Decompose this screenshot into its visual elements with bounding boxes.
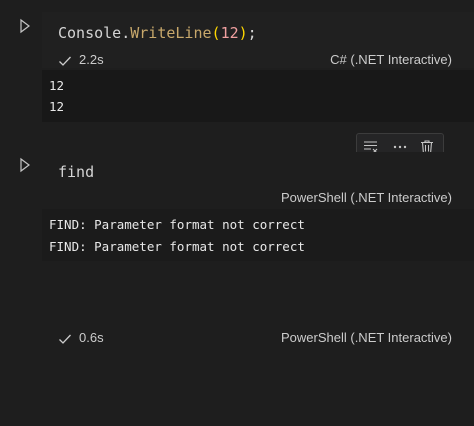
execution-time: 2.2s <box>79 52 104 67</box>
code-token-number: 12 <box>220 24 239 42</box>
kernel-language-label[interactable]: C# (.NET Interactive) <box>330 52 452 67</box>
cell-status-row: 2.2s C# (.NET Interactive) <box>58 52 452 70</box>
code-token-method: WriteLine <box>130 24 212 42</box>
code-token-dot: . <box>121 24 131 42</box>
code-token-semicolon: ; <box>247 24 257 42</box>
code-line: find <box>58 163 95 181</box>
output-line: 12 <box>49 99 65 114</box>
output-line: 12 <box>49 78 65 93</box>
play-icon <box>20 18 30 34</box>
run-cell-button[interactable] <box>17 18 33 34</box>
code-token-class: Console <box>58 24 122 42</box>
output-line: FIND: Parameter format not correct <box>49 239 305 254</box>
execution-time: 0.6s <box>79 330 104 345</box>
code-token-close-paren: ) <box>238 24 248 42</box>
cell-language-row: PowerShell (.NET Interactive) <box>58 190 452 208</box>
kernel-language-label[interactable]: PowerShell (.NET Interactive) <box>281 190 452 205</box>
code-cell-powershell: find PowerShell (.NET Interactive) FIND:… <box>0 126 474 426</box>
kernel-language-label[interactable]: PowerShell (.NET Interactive) <box>281 330 452 345</box>
code-token-open-paren: ( <box>211 24 221 42</box>
code-cell-csharp: Console.WriteLine(12); 2.2s C# (.NET Int… <box>0 0 474 126</box>
cell-output: 12 12 <box>42 70 474 122</box>
output-line: FIND: Parameter format not correct <box>49 217 305 232</box>
check-icon <box>59 56 71 66</box>
cell-status-row: 0.6s PowerShell (.NET Interactive) <box>58 330 452 348</box>
code-line: Console.WriteLine(12); <box>58 24 257 42</box>
cell-output: FIND: Parameter format not correct FIND:… <box>42 209 474 261</box>
check-icon <box>59 334 71 344</box>
play-icon <box>20 157 30 173</box>
run-cell-button[interactable] <box>17 157 33 173</box>
